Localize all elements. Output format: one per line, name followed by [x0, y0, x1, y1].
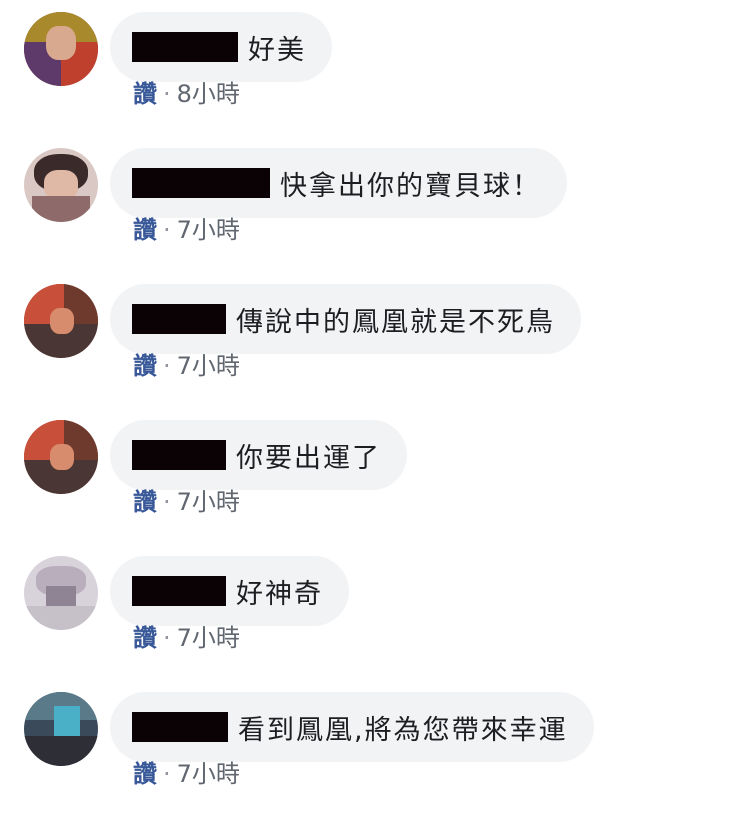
comment-timestamp[interactable]: 7小時: [177, 624, 240, 652]
comment-meta: 讚 · 7小時: [133, 758, 240, 790]
comment-text: 好神奇: [236, 578, 323, 610]
author-name-redaction[interactable]: [132, 440, 226, 470]
like-link[interactable]: 讚: [133, 80, 157, 108]
comment-item: 傳說中的鳳凰就是不死鳥 讚 · 7小時: [0, 272, 750, 407]
author-name-redaction[interactable]: [132, 304, 226, 334]
meta-separator: ·: [163, 80, 171, 108]
avatar[interactable]: [24, 556, 98, 630]
comment-timestamp[interactable]: 7小時: [177, 352, 240, 380]
comment-item: 你要出運了 讚 · 7小時: [0, 408, 750, 543]
author-name-redaction[interactable]: [132, 576, 226, 606]
comment-item: 看到鳳凰,將為您帶來幸運 讚 · 7小時: [0, 680, 750, 815]
comment-timestamp[interactable]: 7小時: [177, 760, 240, 788]
comment-bubble: 傳說中的鳳凰就是不死鳥: [110, 284, 581, 354]
comment-timestamp[interactable]: 8小時: [177, 80, 240, 108]
comment-text: 看到鳳凰,將為您帶來幸運: [238, 714, 568, 746]
avatar[interactable]: [24, 692, 98, 766]
like-link[interactable]: 讚: [133, 488, 157, 516]
like-link[interactable]: 讚: [133, 760, 157, 788]
meta-separator: ·: [163, 624, 171, 652]
author-name-redaction[interactable]: [132, 168, 270, 198]
comment-text: 你要出運了: [236, 442, 381, 474]
comment-meta: 讚 · 7小時: [133, 350, 240, 382]
comment-text: 傳說中的鳳凰就是不死鳥: [236, 306, 555, 338]
comment-timestamp[interactable]: 7小時: [177, 216, 240, 244]
comment-item: 好神奇 讚 · 7小時: [0, 544, 750, 679]
comment-bubble: 好美: [110, 12, 332, 82]
author-name-redaction[interactable]: [132, 32, 238, 62]
avatar[interactable]: [24, 420, 98, 494]
comment-item: 快拿出你的寶貝球！ 讚 · 7小時: [0, 136, 750, 271]
avatar[interactable]: [24, 148, 98, 222]
like-link[interactable]: 讚: [133, 624, 157, 652]
comment-meta: 讚 · 7小時: [133, 486, 240, 518]
meta-separator: ·: [163, 216, 171, 244]
comment-timestamp[interactable]: 7小時: [177, 488, 240, 516]
comment-text: 好美: [248, 34, 306, 66]
comment-bubble: 快拿出你的寶貝球！: [110, 148, 567, 218]
meta-separator: ·: [163, 760, 171, 788]
author-name-redaction[interactable]: [132, 712, 228, 742]
comment-meta: 讚 · 8小時: [133, 78, 240, 110]
avatar[interactable]: [24, 12, 98, 86]
like-link[interactable]: 讚: [133, 216, 157, 244]
avatar[interactable]: [24, 284, 98, 358]
comment-text: 快拿出你的寶貝球！: [280, 170, 541, 202]
comment-meta: 讚 · 7小時: [133, 622, 240, 654]
comment-item: 好美 讚 · 8小時: [0, 0, 750, 135]
meta-separator: ·: [163, 352, 171, 380]
comment-bubble: 好神奇: [110, 556, 349, 626]
comment-bubble: 看到鳳凰,將為您帶來幸運: [110, 692, 594, 762]
like-link[interactable]: 讚: [133, 352, 157, 380]
comment-bubble: 你要出運了: [110, 420, 407, 490]
comment-thread: 好美 讚 · 8小時 快拿出你的寶貝球！ 讚 · 7小時 傳說中的鳳凰就是不死鳥…: [0, 0, 750, 800]
meta-separator: ·: [163, 488, 171, 516]
comment-meta: 讚 · 7小時: [133, 214, 240, 246]
